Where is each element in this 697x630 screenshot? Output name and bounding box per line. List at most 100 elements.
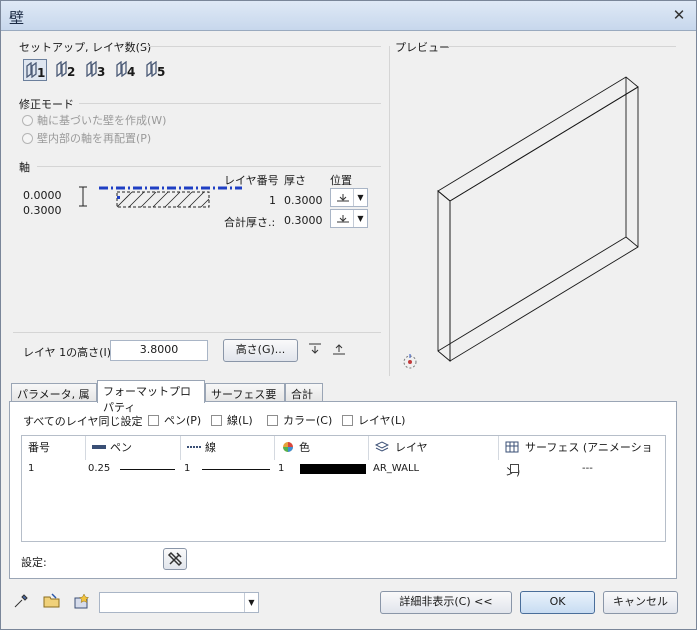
height-button[interactable]: 高さ(G)... — [223, 339, 298, 362]
mode-radio-axis[interactable]: 軸に基づいた壁を作成(W) — [22, 112, 166, 128]
checkbox-label: カラー(C) — [283, 414, 333, 427]
align-top-down-icon[interactable] — [308, 342, 322, 356]
wall-preview-viewport[interactable] — [401, 61, 661, 371]
total-thickness-value: 0.3000 — [284, 214, 323, 227]
layer-count-label: 3 — [97, 65, 106, 79]
wall-section-diagram[interactable] — [77, 184, 247, 216]
layer-height-input[interactable]: 3.8000 — [110, 340, 208, 361]
row-number: 1 — [28, 463, 35, 474]
divider — [448, 46, 676, 47]
layer-count-3-button[interactable]: 3 — [84, 59, 108, 81]
row-color: 1 — [278, 463, 285, 474]
tab-surface-elements[interactable]: サーフェス要素 — [205, 383, 285, 417]
header-label: 線 — [205, 441, 216, 454]
row-surface: --- — [582, 463, 593, 474]
tab-total[interactable]: 合計 — [285, 383, 323, 402]
layer-thickness-value: 0.3000 — [284, 194, 323, 207]
same-settings-label: すべてのレイヤ同じ設定 — [23, 415, 143, 428]
row-line: 1 — [184, 463, 191, 474]
same-line-checkbox[interactable]: 線(L) — [211, 412, 253, 428]
layers-icon — [374, 441, 390, 452]
settings-tools-button[interactable] — [163, 548, 187, 570]
column-header-pen[interactable]: ペン — [86, 436, 181, 460]
layer-count-1-button[interactable]: 1 — [23, 59, 47, 81]
header-label: ペン — [110, 441, 132, 454]
same-pen-checkbox[interactable]: ペン(P) — [148, 412, 201, 428]
checkbox-box — [267, 415, 278, 426]
layer-count-4-button[interactable]: 4 — [114, 59, 138, 81]
checkbox-label: 線(L) — [227, 414, 253, 427]
radio-indicator — [22, 133, 33, 144]
align-bottom-icon — [337, 194, 349, 202]
favorites-save-icon[interactable] — [73, 593, 91, 609]
align-bottom-icon — [337, 215, 349, 223]
mode-label: 修正モード — [19, 98, 74, 111]
mode-radio-label: 軸に基づいた壁を作成(W) — [37, 114, 167, 127]
tab-parameters[interactable]: パラメータ, 属性 — [11, 383, 97, 417]
column-header-layer[interactable]: レイヤ — [369, 436, 499, 460]
radio-indicator — [22, 115, 33, 126]
layer-count-label: 1 — [37, 66, 46, 80]
tab-format-properties[interactable]: フォーマットプロパティ — [97, 380, 205, 414]
total-position-dropdown[interactable]: ▼ — [330, 209, 368, 228]
total-thickness-label: 合計厚さ.: — [224, 216, 276, 229]
title-bar: 壁 ✕ — [1, 1, 696, 31]
position-dropdown[interactable]: ▼ — [330, 188, 368, 207]
checkbox-box — [342, 415, 353, 426]
surface-grid-icon — [505, 441, 519, 453]
column-position: 位置 — [330, 174, 352, 187]
column-thickness: 厚さ — [284, 174, 306, 187]
window-title: 壁 — [9, 9, 25, 27]
pen-thickness-icon — [92, 445, 106, 449]
row-layer: AR_WALL — [373, 463, 420, 474]
column-header-surface[interactable]: サーフェス (アニメーション) — [499, 436, 665, 478]
layer-count-label: 2 — [67, 65, 76, 79]
eyedropper-icon[interactable] — [13, 593, 29, 609]
axis-label: 軸 — [19, 161, 30, 174]
layer-height-label: レイヤ 1の高さ(I): — [23, 346, 115, 359]
header-label: 番号 — [28, 441, 50, 454]
column-header-number[interactable]: 番号 — [22, 436, 86, 460]
mode-radio-label: 壁内部の軸を再配置(P) — [37, 132, 152, 145]
hide-details-button[interactable]: 詳細非表示(C) << — [380, 591, 512, 614]
axis-value-bottom: 0.3000 — [23, 204, 62, 217]
layer-count-2-button[interactable]: 2 — [54, 59, 78, 81]
color-swatch — [300, 464, 366, 474]
table-row[interactable]: 1 0.25 1 1 AR_WALL --- — [22, 460, 665, 476]
favorites-dropdown[interactable]: ▼ — [99, 592, 259, 613]
open-folder-icon[interactable] — [43, 593, 61, 609]
layer-count-label: 5 — [157, 65, 166, 79]
align-bottom-up-icon[interactable] — [332, 342, 346, 356]
pen-sample — [120, 469, 175, 470]
row-pen: 0.25 — [88, 463, 111, 474]
view-orientation-icon[interactable] — [401, 353, 419, 371]
header-label: レイヤ — [395, 441, 428, 454]
column-layer-number: レイヤ番号 — [224, 174, 279, 187]
same-layer-checkbox[interactable]: レイヤ(L) — [342, 412, 405, 428]
color-wheel-icon — [283, 442, 293, 452]
layer-count-label: 4 — [127, 65, 136, 79]
checkbox-box — [148, 415, 159, 426]
checkbox-label: ペン(P) — [164, 414, 202, 427]
column-header-color[interactable]: 色 — [275, 436, 369, 460]
axis-value-top: 0.0000 — [23, 189, 62, 202]
divider — [79, 103, 381, 104]
mode-radio-reposition[interactable]: 壁内部の軸を再配置(P) — [22, 130, 151, 146]
dialog-window: 壁 ✕ セットアップ, レイヤ数(S) 1 2 3 4 5 修正モード 軸に基づ… — [0, 0, 697, 630]
cancel-button[interactable]: キャンセル — [603, 591, 678, 614]
surface-checkbox[interactable] — [510, 464, 519, 473]
close-icon[interactable]: ✕ — [668, 5, 690, 25]
chevron-down-icon: ▼ — [244, 593, 258, 612]
checkbox-label: レイヤ(L) — [358, 414, 406, 427]
same-color-checkbox[interactable]: カラー(C) — [267, 412, 332, 428]
settings-label: 設定: — [21, 556, 47, 569]
chevron-down-icon: ▼ — [353, 210, 367, 227]
column-header-line[interactable]: 線 — [181, 436, 275, 460]
layer-format-table: 番号 ペン 線 色 レイヤ サーフェス (アニメーション) 1 0.25 1 1… — [21, 435, 666, 542]
line-sample — [202, 469, 270, 470]
layer-count-5-button[interactable]: 5 — [144, 59, 168, 81]
chevron-down-icon: ▼ — [353, 189, 367, 206]
ok-button[interactable]: OK — [520, 591, 595, 614]
preview-label: プレビュー — [395, 41, 450, 54]
wrench-icon — [167, 551, 183, 567]
